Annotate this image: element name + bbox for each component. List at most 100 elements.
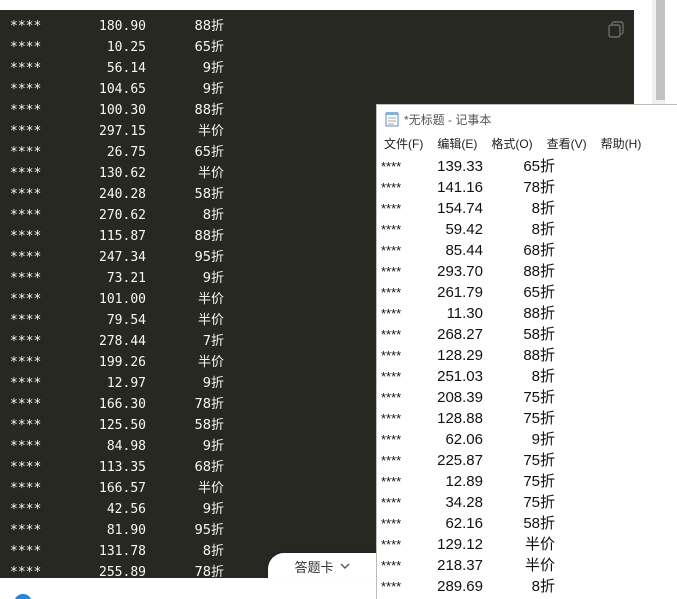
- notepad-row: **** 62.06 9折: [381, 429, 555, 450]
- menu-edit[interactable]: 编辑(E): [437, 135, 477, 152]
- console-stars: ****: [10, 334, 42, 349]
- notepad-row: **** 218.37 半价: [381, 555, 555, 576]
- notepad-stars: ****: [381, 348, 402, 363]
- notepad-discount: 8折: [531, 368, 555, 385]
- notepad-discount: 58折: [523, 326, 555, 343]
- console-row: **** 10.25 65折: [10, 37, 224, 58]
- console-row: **** 113.35 68折: [10, 457, 224, 478]
- console-stars: ****: [10, 145, 42, 160]
- console-price: 101.00: [99, 292, 146, 307]
- notepad-price: 59.42: [445, 221, 483, 238]
- notepad-price: 85.44: [445, 242, 483, 259]
- console-discount: 半价: [197, 292, 224, 307]
- console-row: **** 166.57 半价: [10, 478, 224, 499]
- notepad-stars: ****: [381, 180, 402, 195]
- notepad-discount: 78折: [523, 179, 555, 196]
- notepad-row: **** 59.42 8折: [381, 219, 555, 240]
- console-row: **** 73.21 9折: [10, 268, 224, 289]
- answer-card-tab[interactable]: 答题卡: [268, 553, 376, 579]
- console-row: **** 12.97 9折: [10, 373, 224, 394]
- notepad-discount: 75折: [523, 494, 555, 511]
- notepad-price: 128.29: [437, 347, 483, 364]
- notepad-discount: 58折: [523, 515, 555, 532]
- console-row: **** 79.54 半价: [10, 310, 224, 331]
- console-discount: 半价: [197, 166, 224, 181]
- notepad-row: **** 208.39 75折: [381, 387, 555, 408]
- notepad-price: 11.30: [446, 305, 483, 322]
- console-stars: ****: [10, 208, 42, 223]
- notepad-discount: 8折: [531, 200, 555, 217]
- notepad-price: 12.89: [445, 473, 483, 490]
- console-row: **** 247.34 95折: [10, 247, 224, 268]
- notepad-discount: 75折: [523, 389, 555, 406]
- notepad-price: 218.37: [437, 557, 483, 574]
- notepad-stars: ****: [381, 390, 402, 405]
- console-price: 278.44: [99, 334, 146, 349]
- console-discount: 9折: [202, 82, 224, 97]
- console-row: **** 166.30 78折: [10, 394, 224, 415]
- console-row: **** 125.50 58折: [10, 415, 224, 436]
- notepad-stars: ****: [381, 432, 402, 447]
- notepad-stars: ****: [381, 159, 402, 174]
- notepad-discount: 9折: [531, 431, 555, 448]
- console-row: **** 130.62 半价: [10, 163, 224, 184]
- notepad-discount: 88折: [523, 347, 555, 364]
- console-stars: ****: [10, 271, 42, 286]
- notepad-price: 139.33: [437, 158, 483, 175]
- console-lines: **** 180.90 88折 **** 10.25 65折 **** 56.14 9折 ****…: [10, 16, 224, 578]
- console-price: 125.50: [99, 418, 146, 433]
- notepad-text-area[interactable]: **** 139.33 65折 **** 141.16 78折 **** 154.74 8折 **…: [381, 156, 555, 597]
- console-discount: 58折: [194, 187, 224, 202]
- notepad-price: 62.06: [445, 431, 483, 448]
- console-row: **** 278.44 7折: [10, 331, 224, 352]
- notepad-price: 293.70: [437, 263, 483, 280]
- notepad-discount: 88折: [523, 263, 555, 280]
- console-discount: 9折: [202, 376, 224, 391]
- notepad-row: **** 128.88 75折: [381, 408, 555, 429]
- answer-card-label: 答题卡: [294, 559, 334, 575]
- background-scrollbar-thumb[interactable]: [656, 0, 665, 100]
- notepad-price: 208.39: [437, 389, 483, 406]
- console-row: **** 199.26 半价: [10, 352, 224, 373]
- console-row: **** 115.87 88折: [10, 226, 224, 247]
- notepad-price: 289.69: [437, 578, 483, 595]
- notepad-row: **** 154.74 8折: [381, 198, 555, 219]
- bottom-bar: [0, 579, 376, 599]
- console-discount: 半价: [197, 355, 224, 370]
- notepad-discount: 8折: [531, 578, 555, 595]
- console-price: 270.62: [99, 208, 146, 223]
- console-stars: ****: [10, 439, 42, 454]
- copy-icon[interactable]: [607, 20, 625, 38]
- notepad-window[interactable]: *无标题 - 记事本 文件(F) 编辑(E) 格式(O) 查看(V) 帮助(H)…: [376, 104, 677, 599]
- console-price: 166.30: [99, 397, 146, 412]
- menu-format[interactable]: 格式(O): [491, 135, 532, 152]
- menu-view[interactable]: 查看(V): [547, 135, 587, 152]
- notepad-row: **** 268.27 58折: [381, 324, 555, 345]
- console-stars: ****: [10, 565, 42, 578]
- notepad-discount: 65折: [523, 158, 555, 175]
- notepad-stars: ****: [381, 285, 402, 300]
- notepad-row: **** 128.29 88折: [381, 345, 555, 366]
- notepad-titlebar[interactable]: *无标题 - 记事本: [377, 105, 677, 133]
- console-stars: ****: [10, 292, 42, 307]
- notepad-row: **** 141.16 78折: [381, 177, 555, 198]
- notepad-row: **** 289.69 8折: [381, 576, 555, 597]
- notepad-discount: 75折: [523, 410, 555, 427]
- console-stars: ****: [10, 313, 42, 328]
- console-price: 247.34: [99, 250, 146, 265]
- menu-help[interactable]: 帮助(H): [601, 135, 642, 152]
- console-price: 255.89: [99, 565, 146, 578]
- console-price: 42.56: [106, 502, 146, 517]
- notepad-price: 129.12: [437, 536, 483, 553]
- console-discount: 88折: [194, 19, 224, 34]
- console-discount: 58折: [194, 418, 224, 433]
- notepad-row: **** 11.30 88折: [381, 303, 555, 324]
- menu-file[interactable]: 文件(F): [384, 135, 423, 152]
- console-discount: 半价: [197, 313, 224, 328]
- console-discount: 8折: [202, 544, 224, 559]
- notepad-discount: 半价: [524, 536, 555, 553]
- notepad-row: **** 34.28 75折: [381, 492, 555, 513]
- console-stars: ****: [10, 355, 42, 370]
- console-discount: 9折: [202, 61, 224, 76]
- notepad-row: **** 129.12 半价: [381, 534, 555, 555]
